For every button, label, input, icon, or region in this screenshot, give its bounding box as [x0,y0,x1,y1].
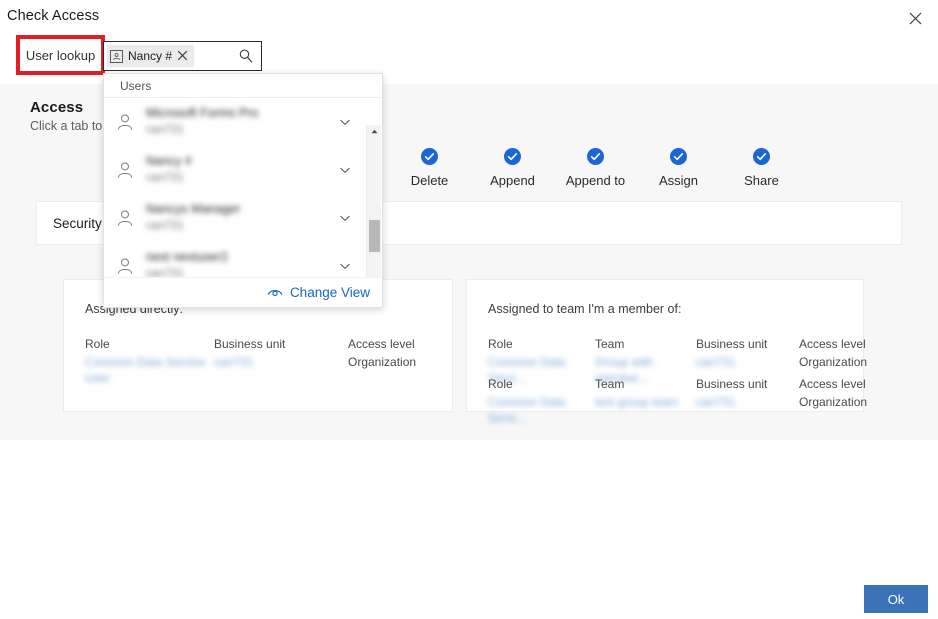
access-level-value: Organization [799,355,868,369]
team-header: Team [595,377,625,391]
scrollbar-thumb[interactable] [369,220,380,253]
chevron-down-icon[interactable] [338,163,352,177]
table-row: Role Common Data Service User Business u… [85,336,416,386]
list-item[interactable]: next nextuser2 can731 [104,242,382,277]
permission-append[interactable]: Append [471,148,554,188]
ok-button[interactable]: Ok [864,585,928,613]
chevron-down-icon[interactable] [338,259,352,273]
check-circle-icon [587,148,604,165]
table-row: Role Common Data Servi... Team test grou… [488,376,867,426]
suggestion-name: Nancys Manager [146,202,241,217]
change-view-button[interactable]: Change View [104,277,382,307]
team-header: Team [595,337,625,351]
role-value[interactable]: Common Data Service User [85,354,214,386]
suggestions-list: Microsoft Forms Pro can731 Nancy # can73… [104,98,382,277]
contact-card-icon [110,49,123,63]
access-level-cell: Access level Organization [799,376,867,426]
user-lookup-label: User lookup [25,47,96,63]
access-level-header: Access level [799,337,866,351]
close-icon[interactable] [900,5,930,31]
close-icon[interactable] [177,50,190,63]
role-header: Role [488,337,513,351]
access-level-header: Access level [799,377,866,391]
access-level-cell: Access level Organization [348,336,416,386]
suggestions-scrollbar[interactable] [366,125,381,277]
person-icon [114,159,136,181]
role-cell: Role Common Data Servi... [488,376,595,426]
person-icon [114,111,136,133]
permission-assign[interactable]: Assign [637,148,720,188]
list-item[interactable]: Nancys Manager can731 [104,194,382,242]
access-title: Access [30,99,84,116]
business-unit-value[interactable]: can731 [696,354,799,370]
person-icon [114,255,136,277]
check-circle-icon [421,148,438,165]
permission-append-to[interactable]: Append to [554,148,637,188]
caret-up-icon[interactable] [367,125,382,138]
permission-label: Delete [410,173,449,188]
page-title: Check Access [7,8,100,24]
access-level-value: Organization [348,355,417,369]
team-cell: Team test group team [595,376,696,426]
permission-label: Share [744,173,779,188]
business-unit-header: Business unit [696,337,768,351]
suggestion-subtitle: can731 [146,124,184,137]
suggestions-group-header: Users [104,74,382,99]
chevron-down-icon[interactable] [338,211,352,225]
selected-user-token[interactable]: Nancy # [107,45,195,67]
role-value[interactable]: Common Data Servi... [488,394,595,426]
user-lookup-input[interactable]: Nancy # [103,41,262,71]
check-circle-icon [753,148,770,165]
business-unit-value[interactable]: can731 [214,354,348,370]
permission-list: Delete Append Append to Assign Share [388,148,803,188]
business-unit-cell: Business unit can731 [214,336,348,386]
change-view-label: Change View [289,285,370,300]
suggestion-name: next nextuser2 [146,250,228,265]
permission-delete[interactable]: Delete [388,148,471,188]
role-header: Role [85,337,110,351]
check-circle-icon [670,148,687,165]
team-value[interactable]: test group team [595,394,696,410]
list-item[interactable]: Nancy # can731 [104,146,382,194]
permission-label: Append to [565,173,626,188]
suggestion-name: Nancy # [146,154,192,169]
suggestion-subtitle: can731 [146,268,184,277]
access-header: Access Click a tab to [30,99,102,133]
suggestion-subtitle: can731 [146,172,184,185]
search-icon[interactable] [238,48,254,64]
access-level-value: Organization [799,395,868,409]
permission-share[interactable]: Share [720,148,803,188]
assigned-to-team-card: Assigned to team I'm a member of: Role C… [466,279,868,425]
role-cell: Role Common Data Service User [85,336,214,386]
role-header: Role [488,377,513,391]
selected-user-name: Nancy # [128,49,173,63]
person-icon [114,207,136,229]
business-unit-value[interactable]: can731 [696,394,799,410]
check-access-dialog: Check Access User lookup Nancy # Access … [0,0,938,619]
suggestion-subtitle: can731 [146,220,184,233]
business-unit-header: Business unit [696,377,768,391]
access-level-header: Access level [348,337,415,351]
user-lookup-highlight: User lookup [16,35,105,75]
check-circle-icon [504,148,521,165]
access-subtitle: Click a tab to [30,119,103,133]
suggestion-name: Microsoft Forms Pro [146,106,259,121]
card-caption: Assigned to team I'm a member of: [488,302,682,316]
list-item[interactable]: Microsoft Forms Pro can731 [104,98,382,146]
chevron-down-icon[interactable] [338,115,352,129]
permission-label: Append [490,173,535,188]
business-unit-cell: Business unit can731 [696,376,799,426]
permission-label: Assign [658,173,699,188]
eye-icon [267,286,283,299]
user-suggestions-flyout: Users Microsoft Forms Pro can731 Nancy #… [103,73,383,308]
business-unit-header: Business unit [214,337,286,351]
